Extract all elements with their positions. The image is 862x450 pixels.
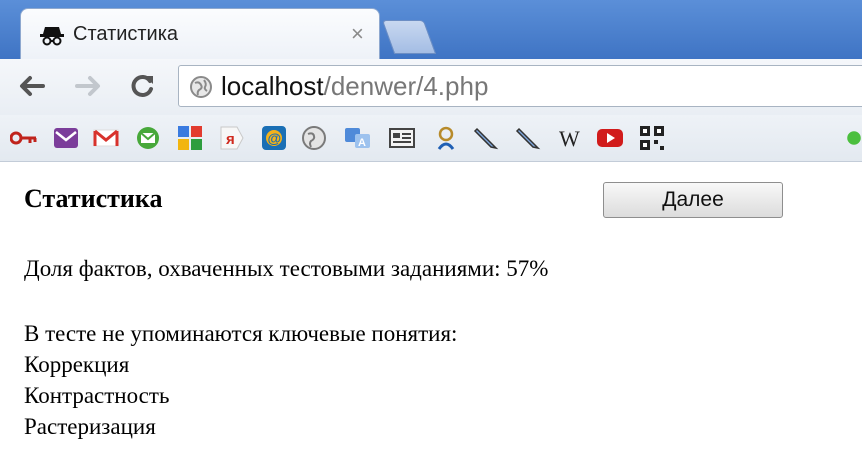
url-host: localhost [221, 71, 324, 101]
new-tab-button[interactable] [381, 20, 437, 54]
card-icon [389, 128, 415, 148]
forward-arrow-icon [75, 76, 100, 96]
bookmark-wikipedia[interactable]: W [556, 124, 584, 152]
pencil-icon [515, 127, 541, 150]
back-button[interactable] [14, 69, 48, 103]
coverage-label: Доля фактов, охваченных тестовыми задани… [24, 256, 501, 281]
youtube-icon [597, 129, 623, 147]
tab-statistics[interactable]: Статистика × [20, 8, 380, 59]
svg-text:W: W [559, 126, 580, 151]
bookmark-person[interactable] [432, 124, 460, 152]
close-icon[interactable]: × [351, 21, 364, 47]
bookmark-puzzle[interactable] [176, 124, 204, 152]
browser-toolbar: localhost/denwer/4.php [0, 59, 862, 116]
svg-text:я: я [226, 131, 235, 148]
bookmark-pencil-1[interactable] [472, 124, 500, 152]
bookmark-gmail[interactable] [92, 124, 120, 152]
bookmark-card[interactable] [388, 124, 416, 152]
puzzle-icon [178, 126, 202, 150]
page-content: Статистика Далее Доля фактов, охваченных… [0, 162, 862, 450]
bookmark-green[interactable] [846, 124, 862, 152]
bookmark-at[interactable]: @ [260, 124, 288, 152]
globe-icon [302, 126, 326, 150]
pencil-icon [473, 127, 499, 150]
globe-icon [190, 76, 212, 98]
back-arrow-icon [20, 76, 45, 96]
missing-concepts-heading: В тесте не упоминаются ключевые понятия: [24, 321, 458, 346]
coverage-stat: Доля фактов, охваченных тестовыми задани… [24, 256, 548, 282]
concept-item: Контрастность [24, 383, 170, 408]
bookmark-pencil-2[interactable] [514, 124, 542, 152]
svg-text:A: A [358, 137, 366, 149]
tab-title: Статистика [73, 23, 179, 45]
bookmark-email[interactable] [134, 124, 162, 152]
bookmark-globe[interactable] [300, 124, 328, 152]
reload-icon [131, 75, 153, 97]
bookmark-translate[interactable]: A [344, 124, 372, 152]
page-title: Статистика [24, 184, 163, 213]
bookmark-key[interactable] [10, 124, 38, 152]
email-icon [137, 127, 159, 149]
concept-item: Коррекция [24, 352, 130, 377]
missing-concepts-block: В тесте не упоминаются ключевые понятия:… [24, 318, 457, 442]
bookmark-youtube[interactable] [596, 124, 624, 152]
next-button[interactable]: Далее [603, 182, 783, 218]
gmail-icon [93, 129, 119, 147]
at-icon: @ [262, 126, 286, 150]
forward-button[interactable] [72, 69, 106, 103]
bookmark-yandex[interactable]: я [218, 124, 246, 152]
concept-item: Растеризация [24, 414, 156, 439]
bookmark-qr[interactable] [638, 124, 666, 152]
bookmarks-bar: я @ A W [0, 115, 862, 162]
reload-button[interactable] [126, 69, 160, 103]
address-bar[interactable]: localhost/denwer/4.php [178, 65, 862, 107]
qr-icon [640, 126, 664, 150]
mail-icon [54, 128, 78, 148]
key-icon [10, 131, 37, 145]
tab-strip: Статистика × [0, 0, 862, 59]
url-path: /denwer/4.php [323, 71, 489, 101]
person-icon [437, 126, 455, 150]
yandex-icon: я [220, 126, 244, 150]
bookmark-mail[interactable] [52, 124, 80, 152]
spy-hat-icon [40, 27, 64, 46]
svg-text:@: @ [268, 130, 282, 146]
coverage-value: 57% [506, 256, 549, 281]
translate-icon: A [345, 128, 370, 149]
url-text: localhost/denwer/4.php [221, 72, 488, 100]
wikipedia-icon: W [559, 126, 580, 151]
green-icon [847, 131, 861, 145]
